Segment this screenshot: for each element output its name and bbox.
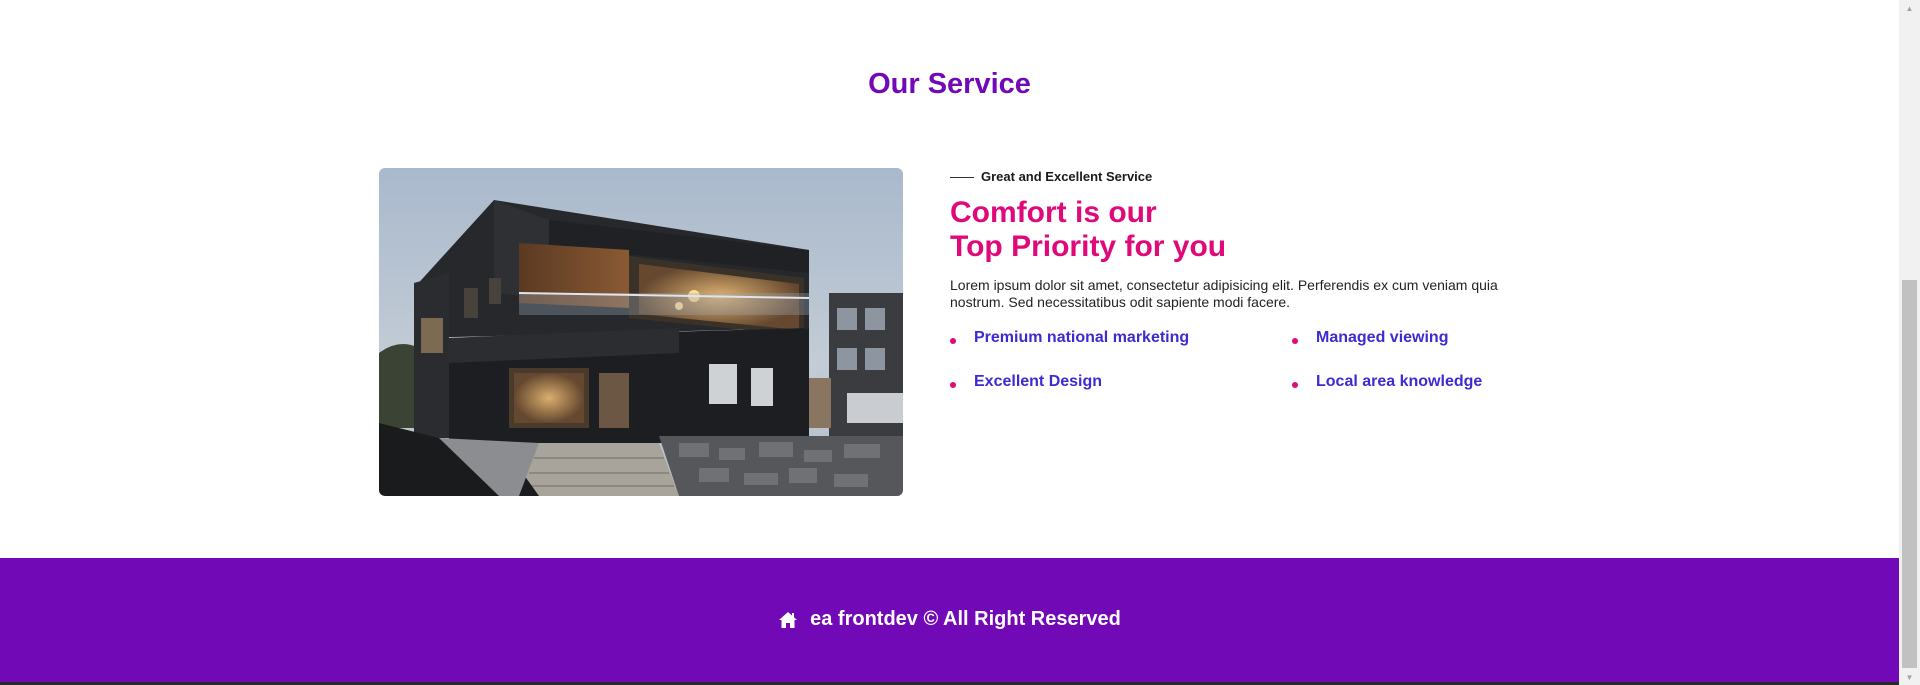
feature-item: Local area knowledge [1292,372,1552,392]
footer-content: ea frontdev © All Right Reserved [0,608,1899,631]
bullet-icon [950,338,956,344]
service-text: Great and Excellent Service Comfort is o… [950,168,1550,392]
eyebrow-text: Great and Excellent Service [981,168,1153,184]
bullet-icon [950,382,956,388]
section-title: Our Service [868,68,1031,100]
feature-item: Excellent Design [950,372,1292,392]
page: Our Service Great and Excellent Service … [0,0,1920,685]
feature-label: Premium national marketing [974,329,1190,346]
bullet-icon [1292,338,1298,344]
headline-line-2: Top Priority for you [950,230,1227,263]
home-icon [778,610,798,630]
scrollbar-thumb[interactable] [1902,280,1917,668]
service-description: Lorem ipsum dolor sit amet, consectetur … [950,277,1498,310]
feature-label: Managed viewing [1316,329,1449,346]
headline: Comfort is our Top Priority for you [950,196,1550,264]
footer: ea frontdev © All Right Reserved [0,558,1899,682]
scroll-up-icon[interactable]: ▲ [1899,0,1920,16]
feature-label: Local area knowledge [1316,373,1483,390]
main-content: Our Service Great and Excellent Service … [0,0,1899,685]
eyebrow: Great and Excellent Service [950,168,1550,184]
headline-line-1: Comfort is our [950,196,1157,229]
feature-list: Premium national marketing Managed viewi… [950,328,1550,392]
house-image [379,168,903,496]
copyright-text: ea frontdev © All Right Reserved [810,608,1121,630]
scroll-down-icon[interactable]: ▼ [1899,669,1920,685]
eyebrow-line [950,177,974,178]
vertical-scrollbar[interactable]: ▲ ▼ [1899,0,1920,685]
feature-label: Excellent Design [974,373,1103,390]
feature-item: Managed viewing [1292,328,1552,348]
bullet-icon [1292,382,1298,388]
feature-item: Premium national marketing [950,328,1292,348]
